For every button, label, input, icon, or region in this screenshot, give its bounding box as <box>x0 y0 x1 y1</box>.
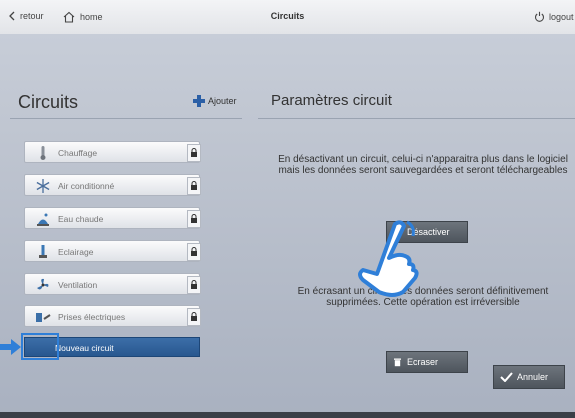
circuits-heading: Circuits <box>18 92 79 112</box>
cancel-label: Annuler <box>517 372 549 382</box>
logout-button[interactable]: logout <box>534 11 574 22</box>
arrow-right-icon <box>0 339 21 355</box>
circuit-label: Prises électriques <box>58 312 126 322</box>
lock-icon[interactable] <box>187 210 201 228</box>
top-bar: retour home Circuits logout <box>0 0 575 35</box>
circuit-label: Chauffage <box>58 148 98 158</box>
checkmark-icon <box>500 372 513 382</box>
circuit-item-chauffage[interactable]: Chauffage <box>24 141 201 163</box>
snowflake-icon <box>36 179 50 193</box>
circuit-item-air-conditionne[interactable]: Air conditionné <box>24 174 201 196</box>
logout-label: logout <box>549 11 574 22</box>
power-icon <box>535 11 544 22</box>
new-circuit-label: Nouveau circuit <box>55 343 114 353</box>
circuit-item-ventilation[interactable]: Ventilation <box>24 273 201 295</box>
circuit-label: Eau chaude <box>58 214 104 224</box>
lock-icon[interactable] <box>187 308 201 326</box>
circuit-item-eau-chaude[interactable]: Eau chaude <box>24 207 201 229</box>
overwrite-label: Ecraser <box>407 357 439 367</box>
cancel-button[interactable]: Annuler <box>493 365 565 389</box>
hand-pointer-icon <box>358 220 419 297</box>
deactivate-description: En désactivant un circuit, celui-ci n'ap… <box>278 154 568 176</box>
lock-icon[interactable] <box>187 177 201 195</box>
selection-highlight <box>21 333 59 360</box>
trash-icon <box>394 358 401 367</box>
circuit-item-eclairage[interactable]: Eclairage <box>24 240 201 262</box>
fan-icon <box>37 278 49 290</box>
circuit-item-prises-electriques[interactable]: Prises électriques <box>24 305 201 327</box>
lock-icon[interactable] <box>187 144 201 162</box>
settings-heading: Paramètres circuit <box>271 92 392 109</box>
circuit-label: Ventilation <box>58 280 98 290</box>
add-circuit-button[interactable]: Ajouter <box>193 95 237 107</box>
circuit-label: Air conditionné <box>58 181 115 191</box>
plus-icon <box>193 95 205 107</box>
lock-icon[interactable] <box>187 276 201 294</box>
bottom-bar <box>0 412 575 418</box>
divider <box>258 118 575 119</box>
divider <box>10 118 242 119</box>
water-tap-icon <box>37 213 49 226</box>
plug-icon <box>36 313 51 322</box>
add-label: Ajouter <box>208 96 237 106</box>
lock-icon[interactable] <box>187 243 201 261</box>
thermometer-icon <box>40 146 46 160</box>
lamp-icon <box>39 245 47 258</box>
page-title: Circuits <box>270 11 305 21</box>
circuit-label: Eclairage <box>58 247 94 257</box>
overwrite-button[interactable]: Ecraser <box>386 351 468 373</box>
